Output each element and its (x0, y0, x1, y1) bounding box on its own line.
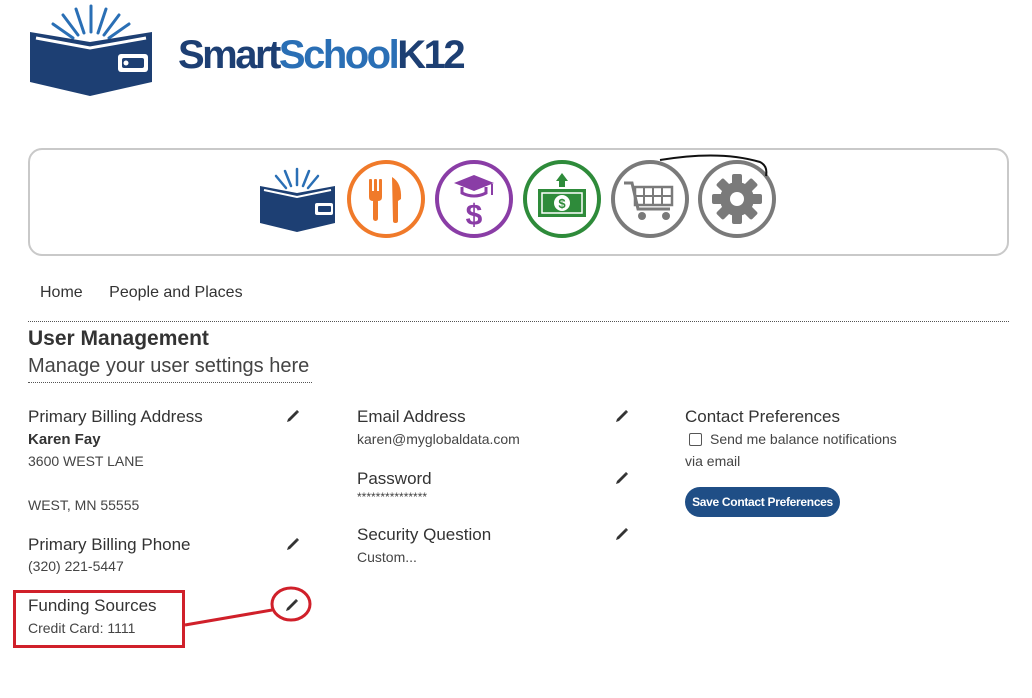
password-value: *************** (357, 490, 428, 504)
fork-knife-icon[interactable] (346, 159, 426, 239)
security-question-label: Security Question (357, 525, 492, 544)
billing-phone-label: Primary Billing Phone (28, 535, 191, 554)
module-icon-bar (28, 148, 1009, 256)
billing-address-label: Primary Billing Address (28, 407, 203, 426)
shopping-cart-icon[interactable] (610, 159, 690, 239)
smartschoolk12-logo[interactable]: SmartSchoolK12 (26, 2, 466, 98)
subtitle-divider (28, 382, 312, 383)
breadcrumb: Home People and Places (40, 284, 265, 302)
logo-wordmark: SmartSchoolK12 (178, 33, 466, 77)
billing-name: Karen Fay (28, 431, 101, 448)
edit-password-pencil-icon[interactable] (614, 470, 630, 486)
balance-notifications-label: Send me balance notifications (710, 431, 897, 447)
gear-icon[interactable] (697, 159, 777, 239)
divider (28, 321, 1009, 322)
breadcrumb-home[interactable]: Home (40, 284, 83, 301)
save-contact-preferences-button[interactable]: Save Contact Preferences (685, 487, 840, 517)
balance-notifications-label-cont: via email (685, 453, 741, 469)
logo-book-icon (30, 4, 152, 96)
book-wallet-icon[interactable] (257, 159, 337, 239)
breadcrumb-people-and-places[interactable]: People and Places (109, 284, 242, 301)
balance-notifications-checkbox[interactable] (689, 433, 702, 446)
page-subtitle: Manage your user settings here (28, 355, 310, 377)
edit-billing-address-pencil-icon[interactable] (285, 408, 301, 424)
email-address-label: Email Address (357, 407, 466, 426)
money-bill-icon[interactable]: $ (522, 159, 602, 239)
billing-address-line2: WEST, MN 55555 (28, 497, 140, 513)
edit-email-pencil-icon[interactable] (614, 408, 630, 424)
svg-text:$: $ (558, 196, 566, 211)
billing-phone-value: (320) 221-5447 (28, 558, 124, 574)
email-address-value: karen@myglobaldata.com (357, 431, 520, 447)
funding-sources-highlight (13, 590, 185, 648)
billing-address-line1: 3600 WEST LANE (28, 453, 144, 469)
edit-funding-sources-pencil-icon[interactable] (284, 597, 300, 613)
password-label: Password (357, 469, 432, 488)
svg-text:$: $ (466, 199, 483, 232)
security-question-value: Custom... (357, 549, 417, 565)
contact-preferences-label: Contact Preferences (685, 407, 840, 426)
edit-security-question-pencil-icon[interactable] (614, 526, 630, 542)
tuition-cap-dollar-icon[interactable]: $ (434, 159, 514, 239)
edit-billing-phone-pencil-icon[interactable] (285, 536, 301, 552)
page-title: User Management (28, 327, 209, 350)
